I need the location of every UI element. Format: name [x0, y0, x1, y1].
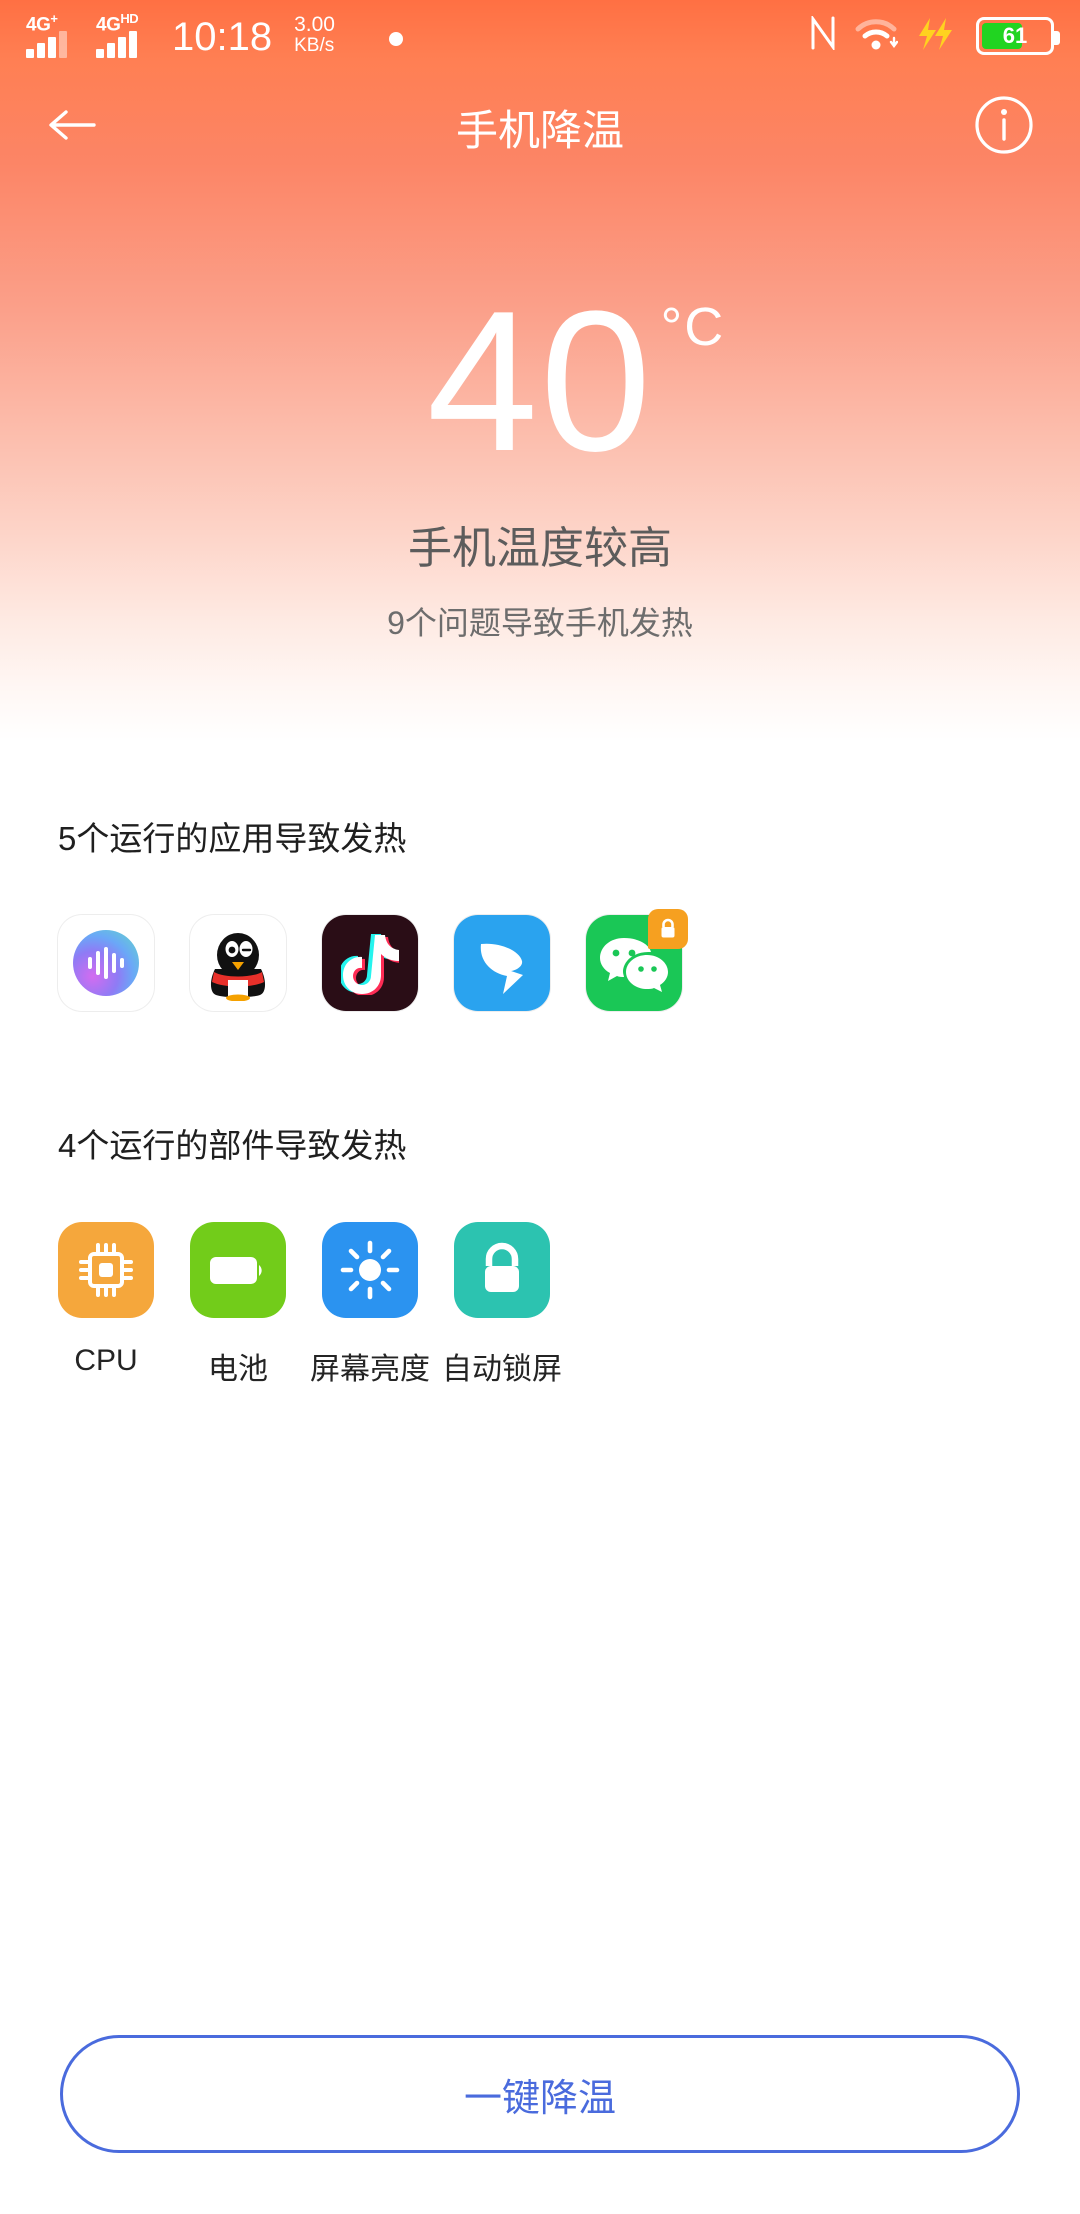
parts-section-title: 4个运行的部件导致发热 — [58, 1127, 407, 1164]
status-bar-right: 61 — [810, 14, 1060, 57]
temperature-unit: °C — [660, 297, 726, 357]
lock-icon — [454, 1222, 550, 1318]
one-click-cool-button[interactable]: 一键降温 — [60, 2035, 1020, 2153]
parts-row: CPU 电池 屏幕亮度 自动锁屏 — [58, 1222, 562, 1388]
cpu-icon — [58, 1222, 154, 1318]
brightness-icon — [322, 1222, 418, 1318]
temperature-issue-text: 9个问题导致手机发热 — [387, 605, 693, 641]
battery-icon — [190, 1222, 286, 1318]
network-speed: 3.00 KB/s — [294, 13, 335, 57]
part-item-battery[interactable]: 电池 — [190, 1222, 286, 1388]
network-speed-value: 3.00 — [294, 13, 335, 37]
app-icon-xiaoai[interactable] — [58, 915, 154, 1011]
status-bar-left: 4G+ 4GHD 10:18 3.00 KB/s — [26, 12, 403, 59]
wifi-icon — [854, 17, 899, 56]
signal-bars-sim1 — [26, 31, 67, 58]
temperature-state-text: 手机温度较高 — [408, 524, 672, 573]
part-item-brightness[interactable]: 屏幕亮度 — [310, 1222, 430, 1388]
signal-sim1: 4G+ — [26, 12, 84, 58]
qq-penguin-icon — [210, 933, 266, 1001]
fast-charging-icon — [916, 16, 958, 57]
app-icon-qq[interactable] — [190, 915, 286, 1011]
network-speed-unit: KB/s — [294, 35, 335, 57]
apps-section-title: 5个运行的应用导致发热 — [58, 820, 407, 857]
status-bar-clock: 10:18 — [172, 15, 273, 59]
part-item-cpu[interactable]: CPU — [58, 1222, 154, 1388]
signal-bars-sim2 — [96, 31, 137, 58]
battery-percent-label: 61 — [1002, 23, 1028, 48]
info-button[interactable] — [974, 95, 1034, 160]
notification-dot-icon — [388, 32, 403, 46]
lock-badge-icon — [648, 909, 688, 949]
temperature-display: 40 °C 手机温度较高 9个问题导致手机发热 — [0, 282, 1080, 644]
page-title: 手机降温 — [455, 106, 624, 154]
dingtalk-icon — [480, 943, 523, 994]
phone-cooling-screen: 4G+ 4GHD 10:18 3.00 KB/s 61 手机降温 40 °C 手… — [0, 0, 1080, 2214]
app-bar: 手机降温 — [0, 72, 1080, 182]
part-label-brightness: 屏幕亮度 — [310, 1353, 430, 1386]
app-icon-douyin[interactable] — [322, 915, 418, 1011]
douyin-icon — [341, 934, 399, 995]
signal-sim2: 4GHD — [96, 12, 154, 58]
part-label-autolock: 自动锁屏 — [442, 1353, 562, 1386]
temperature-value: 40 — [426, 270, 654, 493]
back-button[interactable] — [46, 105, 98, 150]
part-label-battery: 电池 — [208, 1353, 268, 1386]
one-click-cool-label: 一键降温 — [463, 2077, 616, 2120]
app-icon-wechat[interactable] — [586, 909, 688, 1011]
temperature-value-wrap: 40 °C — [427, 282, 723, 482]
battery-icon: 61 — [976, 17, 1060, 55]
status-bar: 4G+ 4GHD 10:18 3.00 KB/s 61 — [0, 0, 1080, 72]
part-item-autolock[interactable]: 自动锁屏 — [442, 1222, 562, 1388]
part-label-cpu: CPU — [74, 1344, 138, 1377]
xiaoai-icon — [73, 930, 139, 996]
nfc-icon — [810, 14, 836, 56]
apps-row — [58, 909, 688, 1011]
app-icon-dingtalk[interactable] — [454, 915, 550, 1011]
